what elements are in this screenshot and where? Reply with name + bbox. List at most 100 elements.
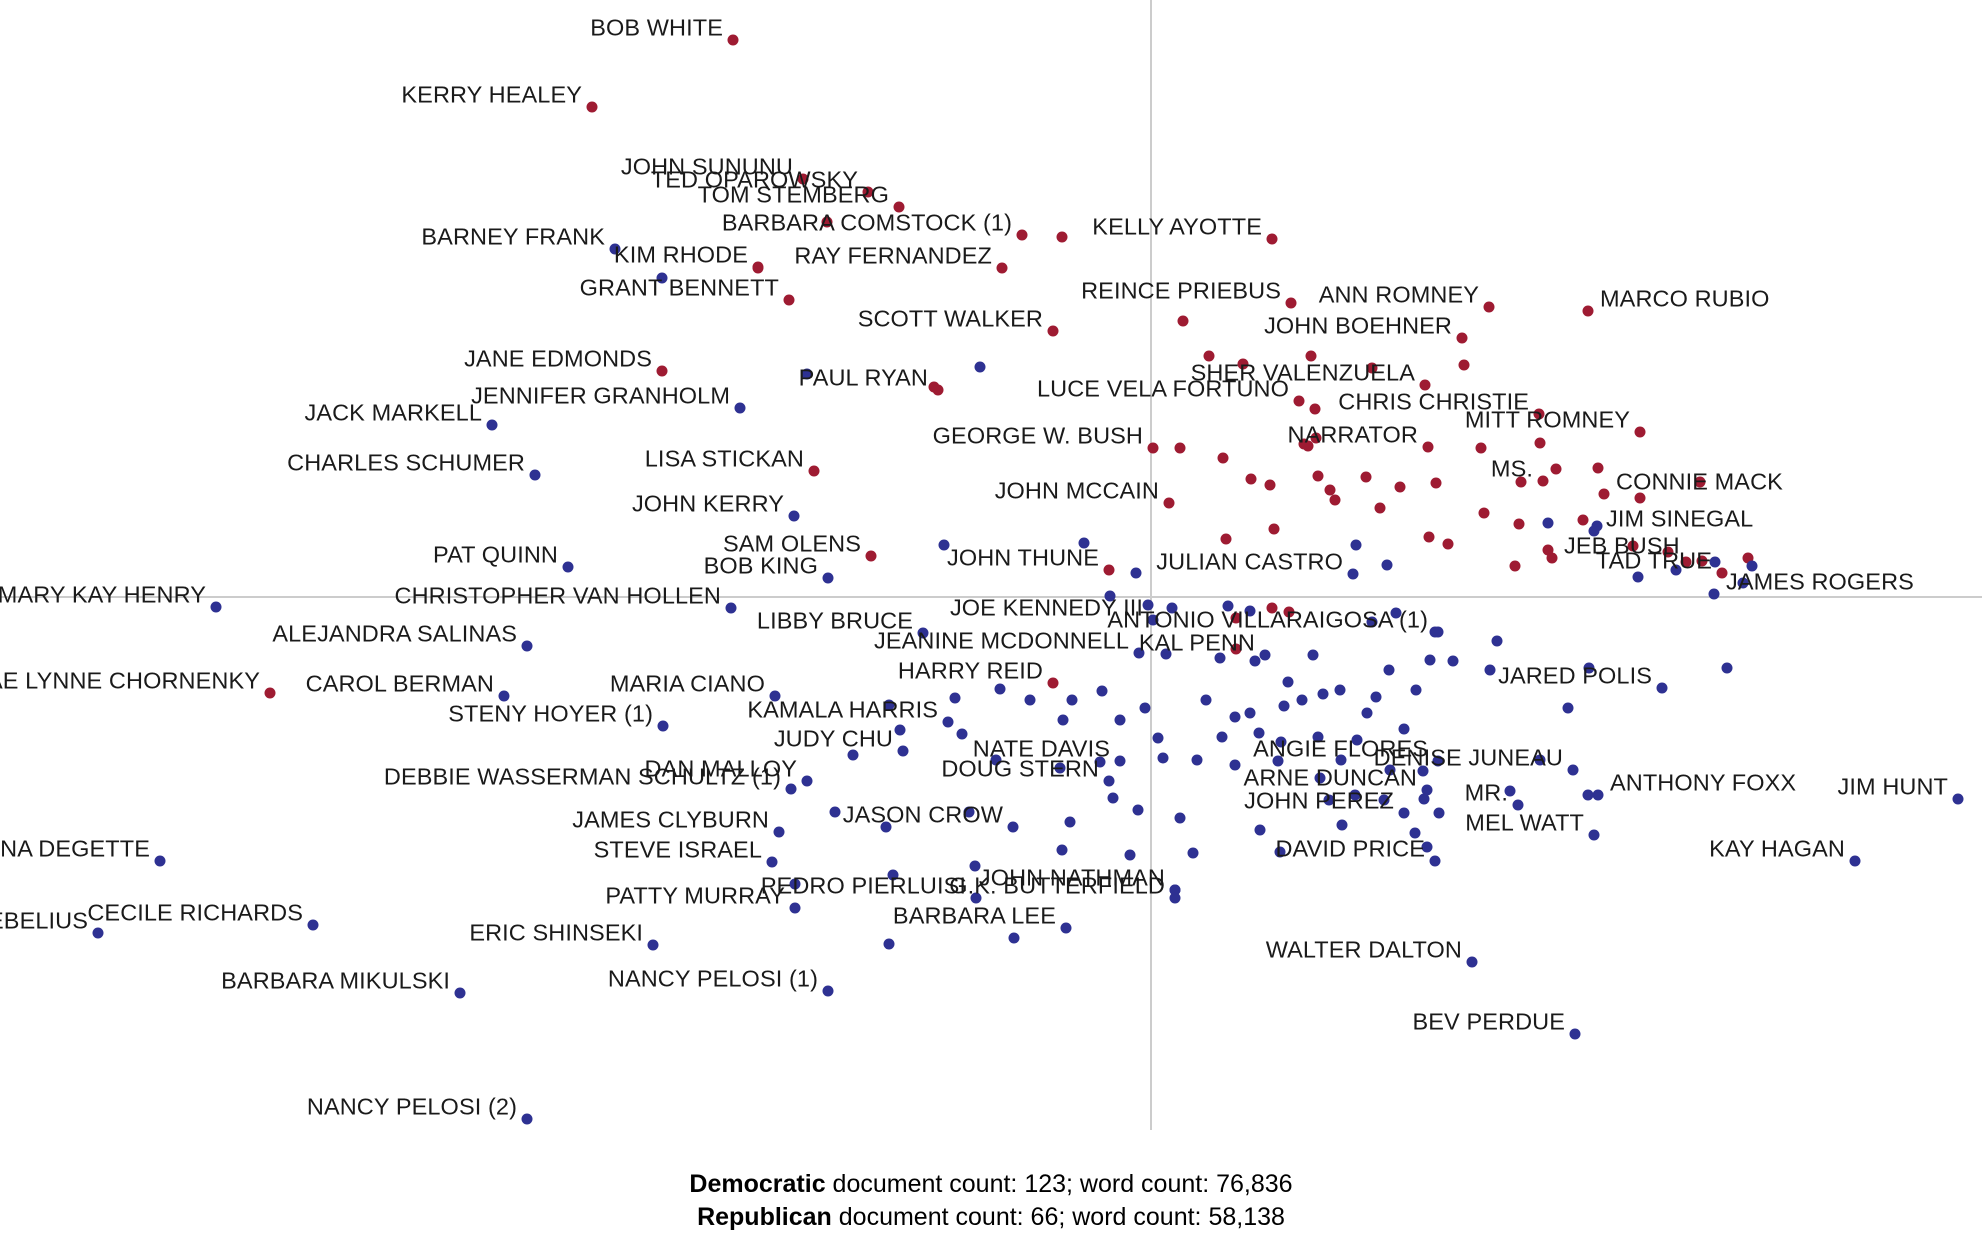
data-point-labeled[interactable] <box>996 262 1008 274</box>
data-point-labeled[interactable] <box>801 775 813 787</box>
data-point[interactable] <box>1491 635 1503 647</box>
data-point[interactable] <box>1458 359 1470 371</box>
data-point-labeled[interactable] <box>942 716 954 728</box>
data-point-labeled[interactable] <box>1293 395 1305 407</box>
data-point[interactable] <box>1478 507 1490 519</box>
data-point-labeled[interactable] <box>1598 488 1610 500</box>
data-point[interactable] <box>1394 481 1406 493</box>
data-point-labeled[interactable] <box>486 419 498 431</box>
data-point-labeled[interactable] <box>1567 764 1579 776</box>
data-point-labeled[interactable] <box>92 927 104 939</box>
data-point[interactable] <box>1360 471 1372 483</box>
data-point-labeled[interactable] <box>1266 233 1278 245</box>
data-point-labeled[interactable] <box>1259 649 1271 661</box>
data-point-labeled[interactable] <box>1634 426 1646 438</box>
data-point[interactable] <box>1124 849 1136 861</box>
data-point[interactable] <box>1721 662 1733 674</box>
data-point[interactable] <box>1152 732 1164 744</box>
data-point[interactable] <box>1374 502 1386 514</box>
data-point-labeled[interactable] <box>1398 807 1410 819</box>
data-point[interactable] <box>1107 792 1119 804</box>
data-point[interactable] <box>1216 731 1228 743</box>
data-point-labeled[interactable] <box>1347 568 1359 580</box>
data-point[interactable] <box>1296 694 1308 706</box>
data-point[interactable] <box>1550 463 1562 475</box>
data-point[interactable] <box>1423 531 1435 543</box>
data-point[interactable] <box>1410 684 1422 696</box>
data-point-labeled[interactable] <box>1432 626 1444 638</box>
data-point[interactable] <box>1132 804 1144 816</box>
data-point[interactable] <box>1534 437 1546 449</box>
data-point[interactable] <box>1433 807 1445 819</box>
data-point[interactable] <box>1334 684 1346 696</box>
data-point[interactable] <box>1174 442 1186 454</box>
data-point[interactable] <box>1317 688 1329 700</box>
data-point[interactable] <box>1056 844 1068 856</box>
data-point[interactable] <box>1350 539 1362 551</box>
data-point[interactable] <box>1177 315 1189 327</box>
data-point[interactable] <box>1475 442 1487 454</box>
data-point[interactable] <box>1066 694 1078 706</box>
data-point-labeled[interactable] <box>1114 755 1126 767</box>
data-point-labeled[interactable] <box>1047 677 1059 689</box>
data-point[interactable] <box>1430 477 1442 489</box>
data-point-labeled[interactable] <box>783 294 795 306</box>
data-point[interactable] <box>1424 654 1436 666</box>
data-point[interactable] <box>1592 462 1604 474</box>
data-point-labeled[interactable] <box>1849 855 1861 867</box>
data-point[interactable] <box>1114 714 1126 726</box>
data-point-labeled[interactable] <box>1952 793 1964 805</box>
data-point[interactable] <box>1008 932 1020 944</box>
data-point[interactable] <box>894 724 906 736</box>
data-point[interactable] <box>1442 538 1454 550</box>
data-point-labeled[interactable] <box>1429 855 1441 867</box>
data-point[interactable] <box>1381 559 1393 571</box>
data-point[interactable] <box>1174 812 1186 824</box>
data-point-labeled[interactable] <box>1483 301 1495 313</box>
data-point-labeled[interactable] <box>1016 229 1028 241</box>
data-point-labeled[interactable] <box>521 1113 533 1125</box>
data-point-labeled[interactable] <box>1047 325 1059 337</box>
data-point-labeled[interactable] <box>656 365 668 377</box>
data-point[interactable] <box>1200 694 1212 706</box>
data-point[interactable] <box>1254 824 1266 836</box>
data-point-labeled[interactable] <box>529 469 541 481</box>
data-point[interactable] <box>1264 479 1276 491</box>
data-point-labeled[interactable] <box>1163 497 1175 509</box>
data-point-labeled[interactable] <box>1456 332 1468 344</box>
data-point-labeled[interactable] <box>1103 564 1115 576</box>
data-point-labeled[interactable] <box>1708 588 1720 600</box>
data-point-labeled[interactable] <box>657 720 669 732</box>
data-point-labeled[interactable] <box>647 939 659 951</box>
data-point-labeled[interactable] <box>932 384 944 396</box>
data-point[interactable] <box>1307 649 1319 661</box>
data-point[interactable] <box>1336 819 1348 831</box>
data-point-labeled[interactable] <box>785 783 797 795</box>
data-point[interactable] <box>1577 514 1589 526</box>
data-point-labeled[interactable] <box>1656 682 1668 694</box>
data-point[interactable] <box>1139 702 1151 714</box>
data-point[interactable] <box>1370 691 1382 703</box>
data-point-labeled[interactable] <box>766 856 778 868</box>
data-point[interactable] <box>1096 685 1108 697</box>
data-point-labeled[interactable] <box>1466 956 1478 968</box>
data-point[interactable] <box>1329 494 1341 506</box>
data-point-labeled[interactable] <box>752 261 764 273</box>
data-point[interactable] <box>1157 752 1169 764</box>
data-point[interactable] <box>1282 676 1294 688</box>
data-point[interactable] <box>1398 723 1410 735</box>
data-point[interactable] <box>1130 567 1142 579</box>
data-point-labeled[interactable] <box>521 640 533 652</box>
data-point-labeled[interactable] <box>307 919 319 931</box>
data-point[interactable] <box>1229 759 1241 771</box>
data-point[interactable] <box>974 361 986 373</box>
data-point-labeled[interactable] <box>264 687 276 699</box>
data-point-labeled[interactable] <box>1422 441 1434 453</box>
data-point-labeled[interactable] <box>1169 892 1181 904</box>
data-point-labeled[interactable] <box>562 561 574 573</box>
data-point[interactable] <box>1309 403 1321 415</box>
data-point-labeled[interactable] <box>897 745 909 757</box>
data-point-labeled[interactable] <box>788 510 800 522</box>
data-point-labeled[interactable] <box>1588 829 1600 841</box>
data-point-labeled[interactable] <box>1060 922 1072 934</box>
